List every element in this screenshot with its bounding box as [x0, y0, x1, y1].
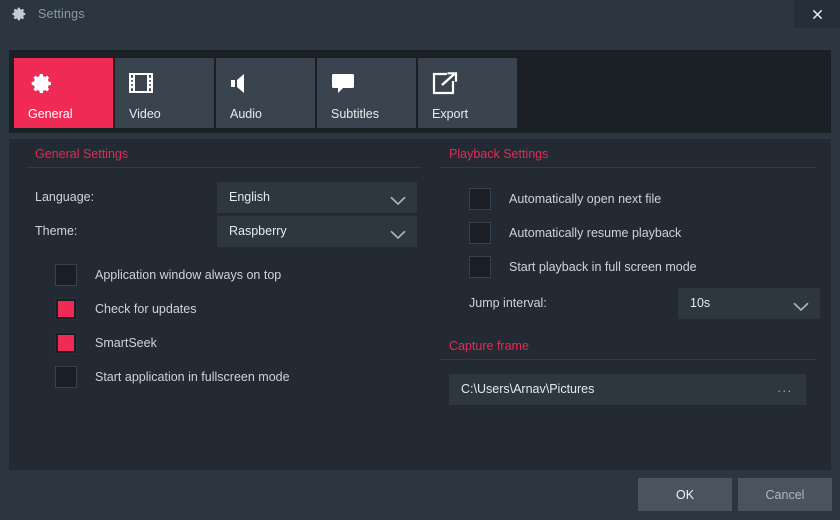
section-divider	[440, 359, 815, 360]
capture-frame-title: Capture frame	[440, 339, 815, 359]
checkbox-always-on-top[interactable]	[55, 264, 77, 286]
tab-label: Subtitles	[331, 107, 379, 121]
section-divider	[26, 167, 422, 168]
language-value: English	[229, 182, 270, 213]
tab-general[interactable]: General	[14, 58, 113, 128]
tab-label: Export	[432, 107, 468, 121]
checkbox-label: SmartSeek	[95, 336, 157, 350]
checkbox-label: Check for updates	[95, 302, 196, 316]
checkbox-start-fullscreen[interactable]	[55, 366, 77, 388]
window-title: Settings	[38, 5, 85, 23]
checkbox-label: Automatically open next file	[509, 192, 661, 206]
chevron-down-icon	[793, 299, 809, 317]
cancel-button[interactable]: Cancel	[738, 478, 832, 511]
checkbox-label: Automatically resume playback	[509, 226, 681, 240]
title-bar: Settings	[0, 0, 840, 28]
speech-bubble-icon	[331, 70, 361, 96]
language-label: Language:	[35, 182, 94, 213]
ok-button[interactable]: OK	[638, 478, 732, 511]
close-button[interactable]	[794, 0, 840, 28]
tab-export[interactable]: Export	[418, 58, 517, 128]
capture-path-field[interactable]: C:\Users\Arnav\Pictures ...	[449, 374, 806, 405]
gear-icon	[10, 5, 28, 23]
checkbox-check-for-updates[interactable]	[55, 298, 77, 320]
export-arrow-icon	[432, 70, 462, 96]
dialog-footer: OK Cancel	[0, 470, 840, 520]
playback-settings-column: Playback Settings Automatically open nex…	[440, 147, 815, 405]
jump-interval-value: 10s	[690, 288, 710, 319]
tab-list: General Video Audio	[14, 58, 517, 128]
chevron-down-icon	[390, 227, 406, 245]
checkbox-row-start-fullscreen[interactable]: Start application in fullscreen mode	[26, 360, 422, 394]
checkbox-auto-resume-playback[interactable]	[469, 222, 491, 244]
checkbox-auto-open-next-file[interactable]	[469, 188, 491, 210]
checkbox-row-auto-open-next[interactable]: Automatically open next file	[440, 182, 815, 216]
tab-label: Audio	[230, 107, 262, 121]
close-icon	[812, 9, 823, 20]
language-row: Language: English	[26, 182, 422, 213]
theme-value: Raspberry	[229, 216, 287, 247]
speaker-icon	[230, 70, 260, 96]
jump-interval-dropdown[interactable]: 10s	[678, 288, 820, 319]
theme-row: Theme: Raspberry	[26, 216, 422, 247]
browse-button[interactable]: ...	[772, 374, 798, 405]
checkbox-row-always-on-top[interactable]: Application window always on top	[26, 258, 422, 292]
checkbox-row-check-for-updates[interactable]: Check for updates	[26, 292, 422, 326]
jump-interval-row: Jump interval: 10s	[440, 288, 815, 319]
general-settings-column: General Settings Language: English Theme…	[26, 147, 422, 394]
theme-label: Theme:	[35, 216, 77, 247]
film-strip-icon	[129, 70, 159, 96]
settings-content: General Settings Language: English Theme…	[9, 139, 831, 470]
general-settings-title: General Settings	[26, 147, 422, 167]
checkbox-row-auto-resume[interactable]: Automatically resume playback	[440, 216, 815, 250]
checkbox-start-playback-fullscreen[interactable]	[469, 256, 491, 278]
capture-path-value: C:\Users\Arnav\Pictures	[461, 374, 594, 405]
checkbox-label: Application window always on top	[95, 268, 281, 282]
tab-label: General	[28, 107, 72, 121]
tab-strip: General Video Audio	[9, 50, 831, 133]
theme-dropdown[interactable]: Raspberry	[217, 216, 417, 247]
playback-settings-title: Playback Settings	[440, 147, 815, 167]
tab-audio[interactable]: Audio	[216, 58, 315, 128]
language-dropdown[interactable]: English	[217, 182, 417, 213]
tab-subtitles[interactable]: Subtitles	[317, 58, 416, 128]
jump-interval-label: Jump interval:	[469, 288, 547, 319]
checkbox-row-smartseek[interactable]: SmartSeek	[26, 326, 422, 360]
checkbox-smartseek[interactable]	[55, 332, 77, 354]
chevron-down-icon	[390, 193, 406, 211]
tab-video[interactable]: Video	[115, 58, 214, 128]
section-divider	[440, 167, 815, 168]
checkbox-label: Start playback in full screen mode	[509, 260, 697, 274]
gear-icon	[28, 70, 58, 96]
checkbox-row-playback-fullscreen[interactable]: Start playback in full screen mode	[440, 250, 815, 284]
tab-label: Video	[129, 107, 161, 121]
checkbox-label: Start application in fullscreen mode	[95, 370, 290, 384]
